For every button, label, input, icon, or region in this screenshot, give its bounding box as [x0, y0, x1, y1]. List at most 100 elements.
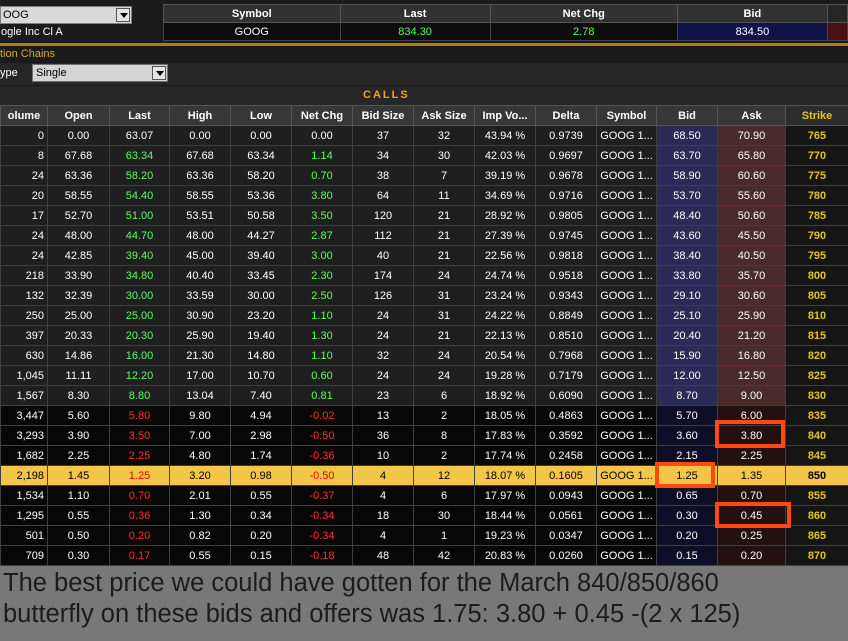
- cell-high[interactable]: 25.90: [169, 325, 231, 346]
- cell-net-chg[interactable]: 1.14: [291, 145, 353, 166]
- cell-bid[interactable]: 20.40: [656, 325, 718, 346]
- cell-ask-size[interactable]: 21: [413, 325, 475, 346]
- cell-net-chg[interactable]: 2.50: [291, 285, 353, 306]
- cell-open[interactable]: 0.00: [47, 125, 110, 146]
- cell-last[interactable]: 63.07: [109, 125, 170, 146]
- cell-symbol[interactable]: GOOG 1...: [596, 125, 657, 146]
- cell-bid-size[interactable]: 32: [352, 345, 414, 366]
- cell-bid[interactable]: 5.70: [656, 405, 718, 426]
- cell-imp-vol[interactable]: 42.03 %: [474, 145, 536, 166]
- cell-open[interactable]: 5.60: [47, 405, 110, 426]
- column-header-last[interactable]: Last: [109, 105, 170, 126]
- cell-low[interactable]: 0.15: [230, 545, 292, 566]
- cell-strike[interactable]: 810: [785, 305, 848, 326]
- cell-bid-size[interactable]: 23: [352, 385, 414, 406]
- column-header-open[interactable]: Open: [47, 105, 110, 126]
- cell-net-chg[interactable]: 1.30: [291, 325, 353, 346]
- column-header-ask-size[interactable]: Ask Size: [413, 105, 475, 126]
- cell-net-chg[interactable]: -0.34: [291, 525, 353, 546]
- cell-delta[interactable]: 0.0561: [535, 505, 597, 526]
- cell-ask-size[interactable]: 31: [413, 305, 475, 326]
- cell-bid-size[interactable]: 24: [352, 305, 414, 326]
- table-row[interactable]: 3,293 3.90 3.50 7.00 2.98 -0.50 36 8 17.83 % 0.35…: [0, 425, 848, 446]
- cell-strike[interactable]: 785: [785, 205, 848, 226]
- cell-strike[interactable]: 860: [785, 505, 848, 526]
- cell-delta[interactable]: 0.9818: [535, 245, 597, 266]
- cell-high[interactable]: 17.00: [169, 365, 231, 386]
- cell-imp-vol[interactable]: 28.92 %: [474, 205, 536, 226]
- cell-high[interactable]: 58.55: [169, 185, 231, 206]
- table-row[interactable]: 20 58.55 54.40 58.55 53.36 3.80 64 11 34.69 % 0.9…: [0, 185, 848, 206]
- cell-imp-vol[interactable]: 24.74 %: [474, 265, 536, 286]
- cell-ask[interactable]: 45.50: [717, 225, 786, 246]
- cell-low[interactable]: 63.34: [230, 145, 292, 166]
- cell-high[interactable]: 2.01: [169, 485, 231, 506]
- cell-symbol[interactable]: GOOG 1...: [596, 425, 657, 446]
- cell-symbol[interactable]: GOOG 1...: [596, 385, 657, 406]
- cell-bid[interactable]: 38.40: [656, 245, 718, 266]
- cell-ask[interactable]: 0.20: [717, 545, 786, 566]
- cell-symbol[interactable]: GOOG 1...: [596, 185, 657, 206]
- cell-ask[interactable]: 2.25: [717, 445, 786, 466]
- cell-low[interactable]: 4.94: [230, 405, 292, 426]
- cell-high[interactable]: 33.59: [169, 285, 231, 306]
- cell-high[interactable]: 53.51: [169, 205, 231, 226]
- cell-imp-vol[interactable]: 17.83 %: [474, 425, 536, 446]
- cell-symbol[interactable]: GOOG 1...: [596, 245, 657, 266]
- cell-net-chg[interactable]: 3.50: [291, 205, 353, 226]
- cell-high[interactable]: 13.04: [169, 385, 231, 406]
- cell-low[interactable]: 14.80: [230, 345, 292, 366]
- cell-open[interactable]: 1.45: [47, 465, 110, 486]
- quote-header-last[interactable]: Last: [339, 4, 491, 23]
- cell-last[interactable]: 2.25: [109, 445, 170, 466]
- cell-open[interactable]: 32.39: [47, 285, 110, 306]
- cell-bid[interactable]: 2.15: [656, 445, 718, 466]
- cell-last[interactable]: 8.80: [109, 385, 170, 406]
- symbol-select[interactable]: OOG: [0, 6, 132, 24]
- cell-imp-vol[interactable]: 43.94 %: [474, 125, 536, 146]
- cell-bid-size[interactable]: 24: [352, 325, 414, 346]
- cell-open[interactable]: 1.10: [47, 485, 110, 506]
- cell-high[interactable]: 40.40: [169, 265, 231, 286]
- cell-symbol[interactable]: GOOG 1...: [596, 485, 657, 506]
- cell-imp-vol[interactable]: 24.22 %: [474, 305, 536, 326]
- cell-bid-size[interactable]: 4: [352, 485, 414, 506]
- cell-bid[interactable]: 0.15: [656, 545, 718, 566]
- cell-symbol[interactable]: GOOG 1...: [596, 285, 657, 306]
- cell-net-chg[interactable]: 0.60: [291, 365, 353, 386]
- table-row[interactable]: 24 42.85 39.40 45.00 39.40 3.00 40 21 22.56 % 0.9…: [0, 245, 848, 266]
- cell-net-chg[interactable]: 2.30: [291, 265, 353, 286]
- chevron-down-icon[interactable]: [152, 66, 166, 80]
- cell-delta[interactable]: 0.9343: [535, 285, 597, 306]
- cell-net-chg[interactable]: 1.10: [291, 345, 353, 366]
- cell-high[interactable]: 67.68: [169, 145, 231, 166]
- cell-high[interactable]: 3.20: [169, 465, 231, 486]
- cell-symbol[interactable]: GOOG 1...: [596, 165, 657, 186]
- cell-bid[interactable]: 0.65: [656, 485, 718, 506]
- chevron-down-icon[interactable]: [116, 8, 130, 22]
- cell-net-chg[interactable]: -0.50: [291, 425, 353, 446]
- cell-strike[interactable]: 775: [785, 165, 848, 186]
- cell-last[interactable]: 5.80: [109, 405, 170, 426]
- cell-open[interactable]: 14.86: [47, 345, 110, 366]
- cell-ask[interactable]: 60.60: [717, 165, 786, 186]
- cell-delta[interactable]: 0.9739: [535, 125, 597, 146]
- cell-imp-vol[interactable]: 18.44 %: [474, 505, 536, 526]
- cell-bid[interactable]: 0.20: [656, 525, 718, 546]
- cell-open[interactable]: 48.00: [47, 225, 110, 246]
- cell-high[interactable]: 4.80: [169, 445, 231, 466]
- cell-last[interactable]: 12.20: [109, 365, 170, 386]
- cell-volume[interactable]: 132: [0, 285, 48, 306]
- column-header-high[interactable]: High: [169, 105, 231, 126]
- cell-strike[interactable]: 795: [785, 245, 848, 266]
- cell-open[interactable]: 8.30: [47, 385, 110, 406]
- cell-delta[interactable]: 0.7179: [535, 365, 597, 386]
- cell-last[interactable]: 3.50: [109, 425, 170, 446]
- cell-volume[interactable]: 1,045: [0, 365, 48, 386]
- cell-imp-vol[interactable]: 23.24 %: [474, 285, 536, 306]
- cell-symbol[interactable]: GOOG 1...: [596, 545, 657, 566]
- cell-bid-size[interactable]: 36: [352, 425, 414, 446]
- cell-open[interactable]: 33.90: [47, 265, 110, 286]
- cell-net-chg[interactable]: 0.81: [291, 385, 353, 406]
- cell-ask-size[interactable]: 1: [413, 525, 475, 546]
